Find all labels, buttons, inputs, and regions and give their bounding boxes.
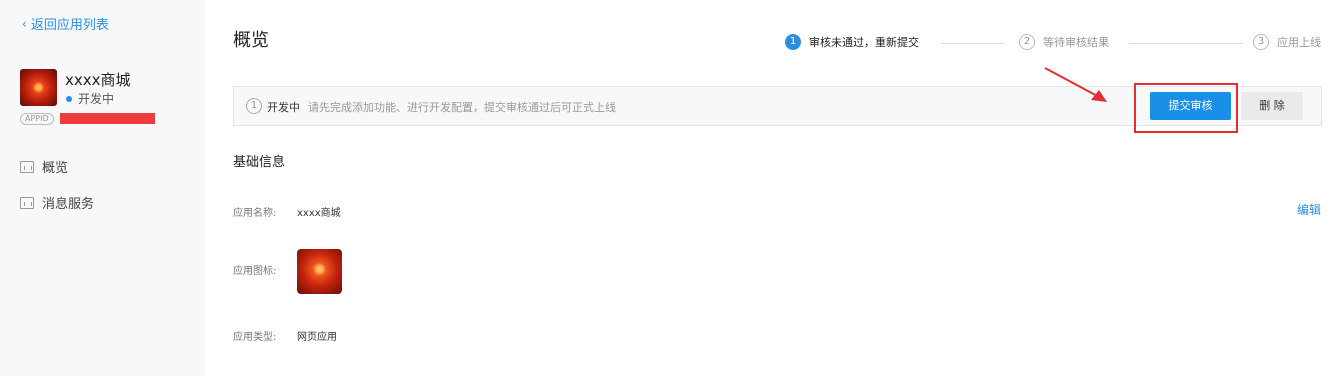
annotation-highlight-box <box>1134 83 1238 133</box>
annotation-arrow-icon <box>1044 67 1107 102</box>
step-3: 3 应用上线 <box>1253 34 1321 50</box>
banner-hint: 请先完成添加功能、进行开发配置，提交审核通过后可正式上线 <box>308 101 616 114</box>
app-status: 开发中 <box>66 90 114 107</box>
step-number: 3 <box>1253 34 1269 50</box>
app-name-value: xxxx商城 <box>297 208 341 219</box>
sidebar-item-message-service[interactable]: 消息服务 <box>20 193 94 212</box>
app-type-value: 网页应用 <box>297 332 337 343</box>
app-icon-image <box>297 249 342 294</box>
step-number: 2 <box>1019 34 1035 50</box>
delete-button[interactable]: 删 除 <box>1241 92 1303 120</box>
app-name: xxxx商城 <box>65 71 131 89</box>
step-connector <box>941 43 1005 44</box>
appid-redaction <box>60 113 155 124</box>
info-icon: 1 <box>246 98 262 114</box>
status-dot-icon <box>66 95 72 102</box>
step-number: 1 <box>785 34 801 50</box>
message-icon <box>20 196 34 209</box>
sidebar: ‹ 返回应用列表 xxxx商城 开发中 APPID 概览 消息服务 <box>0 0 205 376</box>
sidebar-item-overview[interactable]: 概览 <box>20 157 68 176</box>
edit-link[interactable]: 编辑 <box>1297 201 1321 218</box>
app-status-label: 开发中 <box>78 92 115 106</box>
app-avatar <box>20 69 57 106</box>
step-2: 2 等待审核结果 <box>1019 34 1109 50</box>
step-label: 审核未通过，重新提交 <box>809 36 919 49</box>
sidebar-item-label: 消息服务 <box>42 197 95 212</box>
section-title-basic-info: 基础信息 <box>233 155 286 170</box>
banner-state: 开发中 <box>267 101 300 114</box>
back-to-app-list-link[interactable]: ‹ 返回应用列表 <box>22 14 109 34</box>
chevron-left-icon: ‹ <box>22 16 27 31</box>
appid-badge: APPID <box>20 113 54 125</box>
main-content: 概览 1 审核未通过，重新提交 2 等待审核结果 3 应用上线 1 开发中 请先… <box>205 0 1338 376</box>
app-icon-label: 应用图标: <box>233 266 277 277</box>
sidebar-item-label: 概览 <box>42 161 69 176</box>
app-name-label: 应用名称: <box>233 208 277 219</box>
chart-icon <box>20 160 34 173</box>
back-link-label: 返回应用列表 <box>30 18 109 33</box>
step-label: 应用上线 <box>1277 36 1321 49</box>
app-type-label: 应用类型: <box>233 332 277 343</box>
step-connector <box>1129 43 1243 44</box>
page-title: 概览 <box>233 30 269 51</box>
step-label: 等待审核结果 <box>1043 36 1109 49</box>
step-1: 1 审核未通过，重新提交 <box>785 34 919 50</box>
progress-steps: 1 审核未通过，重新提交 2 等待审核结果 3 应用上线 <box>785 34 1325 54</box>
